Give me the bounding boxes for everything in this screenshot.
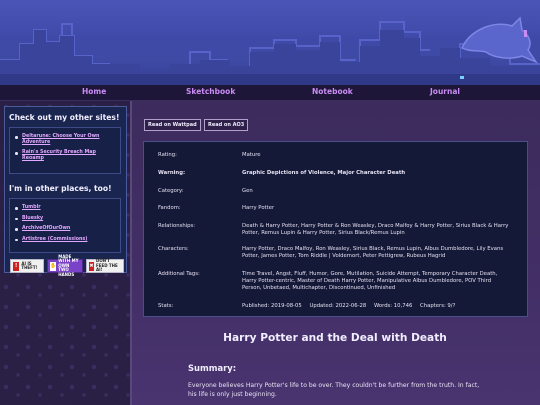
story-title: Harry Potter and the Deal with Death <box>223 332 447 344</box>
stat-chapters: Chapters: 9/? <box>420 303 456 309</box>
link-deltarune[interactable]: Deltarune: Choose Your Own Adventure <box>15 134 116 145</box>
sidebar: Check out my other sites! Deltarune: Cho… <box>0 101 130 405</box>
read-on-ao3-button[interactable]: Read on AO3 <box>204 119 249 131</box>
hand-icon: ✋ <box>50 261 57 271</box>
header-banner <box>0 0 540 85</box>
nav-home[interactable]: Home <box>82 87 106 96</box>
link-tumblr[interactable]: Tumblr <box>15 205 116 211</box>
stat-words: Words: 10,746 <box>373 303 413 309</box>
story-metadata: Rating: Mature Warning: Graphic Depictio… <box>143 141 528 317</box>
badge-handmade: ✋ MADE WITH MY OWN TWO HANDS <box>47 254 83 276</box>
stat-published: Published: 2019-08-05 <box>242 303 302 309</box>
link-bluesky[interactable]: Bluesky <box>15 216 116 222</box>
sidebar-panel: Check out my other sites! Deltarune: Cho… <box>4 106 127 276</box>
other-sites-list: Deltarune: Choose Your Own Adventure Rai… <box>9 127 121 174</box>
badge-dont-feed-ai: ✖ DON'T FEED THE AI! <box>86 259 124 273</box>
link-ao3[interactable]: ArchiveOfOurOwn <box>15 226 116 232</box>
badge-row: ! AI IS THEFT! ✋ MADE WITH MY OWN TWO HA… <box>10 254 124 276</box>
read-on-wattpad-button[interactable]: Read on Wattpad <box>144 119 201 131</box>
sidebar-heading-places: I'm in other places, too! <box>9 184 112 193</box>
column-divider <box>130 101 132 405</box>
other-places-list: Tumblr Bluesky ArchiveOfOurOwn Artistree… <box>9 198 121 253</box>
no-icon: ✖ <box>89 261 94 271</box>
summary-text: Everyone believes Harry Potter's life to… <box>188 382 480 398</box>
sidebar-heading-sites: Check out my other sites! <box>9 113 120 122</box>
nav-journal[interactable]: Journal <box>430 87 460 96</box>
badge-ai-is-theft: ! AI IS THEFT! <box>10 259 44 273</box>
stat-updated: Updated: 2022-06-28 <box>309 303 367 309</box>
main-nav: Home Sketchbook Notebook Journal <box>0 85 540 101</box>
dolphin-icon <box>461 16 539 64</box>
warning-icon: ! <box>13 261 20 271</box>
nav-notebook[interactable]: Notebook <box>312 87 353 96</box>
link-security-breach[interactable]: Rain's Security Breach Map Reoamp <box>15 150 116 161</box>
story-main: Read on Wattpad Read on AO3 Rating: Matu… <box>130 101 540 405</box>
summary-heading: Summary: <box>188 363 237 373</box>
city-skyline-illustration <box>0 16 540 85</box>
link-artistree[interactable]: Artistree (Commissions) <box>15 237 116 243</box>
nav-sketchbook[interactable]: Sketchbook <box>186 87 235 96</box>
